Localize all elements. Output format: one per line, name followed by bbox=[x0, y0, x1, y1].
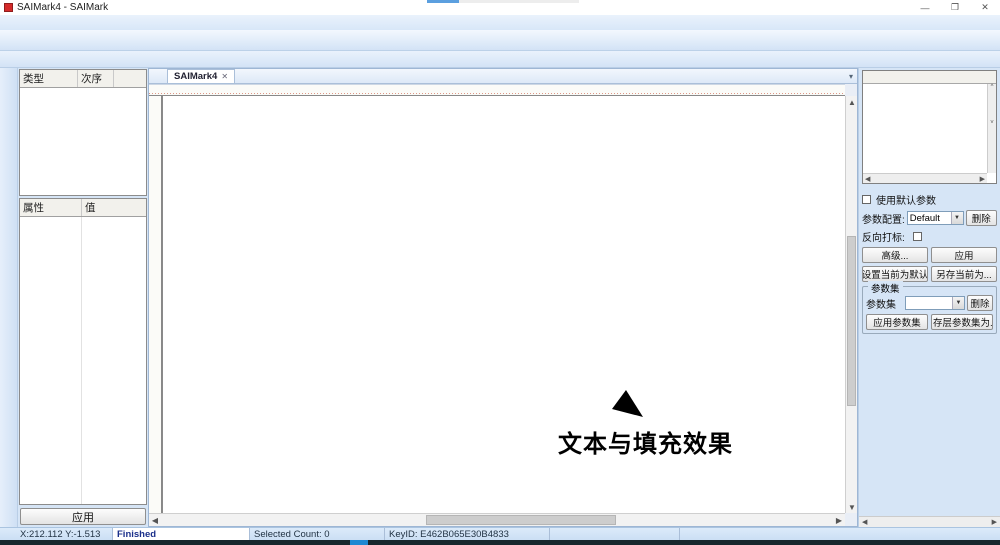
document-tab[interactable]: SAIMark4 ✕ bbox=[167, 69, 235, 83]
use-default-checkbox[interactable] bbox=[862, 195, 871, 204]
scroll-left-icon[interactable]: ◀ bbox=[862, 518, 867, 526]
drawing-canvas[interactable]: pp 数 字 文本与填充效果 bbox=[162, 96, 845, 513]
mark-text-latin: pp bbox=[174, 168, 487, 358]
column-header-order: 次序 bbox=[78, 70, 114, 87]
mark-text-cn2: 字 bbox=[782, 183, 845, 355]
scroll-down-icon[interactable]: ▼ bbox=[846, 501, 858, 513]
transform-toolbar bbox=[0, 51, 1000, 68]
menu-bar bbox=[0, 15, 1000, 30]
pen-table-vscrollbar[interactable]: ^˅ bbox=[987, 84, 996, 173]
scroll-left-icon[interactable]: ◀ bbox=[149, 514, 161, 526]
status-keyid: KeyID: E462B065E30B4833 bbox=[385, 528, 550, 540]
param-set-group: 参数集 参数集 ▼ 删除 应用参数集 另存层参数集为.... bbox=[862, 286, 997, 334]
object-list-table[interactable]: 类型 次序 bbox=[19, 69, 147, 196]
canvas-vertical-scrollbar[interactable]: ▲ ▼ bbox=[845, 96, 857, 513]
pen-table[interactable]: ^˅ ◀▶ bbox=[862, 70, 997, 184]
app-window: SAIMark4 - SAIMark — ❐ ✕ 类型 次序 属性 值 应用 bbox=[0, 0, 1000, 545]
minimize-button[interactable]: — bbox=[910, 0, 940, 15]
vertical-ruler[interactable] bbox=[149, 96, 162, 513]
save-param-set-button[interactable]: 另存层参数集为.... bbox=[931, 314, 993, 330]
chevron-down-icon: ▼ bbox=[952, 297, 964, 309]
pen-parameter-panel: ^˅ ◀▶ 使用默认参数 参数配置: Default ▼ 删除 反向打标: 高级… bbox=[858, 68, 1000, 527]
chevron-down-icon: ▼ bbox=[951, 212, 963, 224]
advanced-button[interactable]: 高级... bbox=[862, 247, 928, 263]
param-set-select[interactable]: ▼ bbox=[905, 296, 965, 310]
scroll-right-icon[interactable]: ▶ bbox=[980, 175, 985, 183]
scroll-up-icon[interactable]: ▲ bbox=[846, 96, 858, 108]
reverse-mark-checkbox[interactable] bbox=[913, 232, 922, 241]
taskbar-edge bbox=[0, 540, 1000, 545]
status-coordinates: X:212.112 Y:-1.513 bbox=[0, 528, 113, 540]
property-table[interactable]: 属性 值 bbox=[19, 198, 147, 505]
tab-scroll-icon[interactable]: ▾ bbox=[849, 72, 853, 81]
horizontal-ruler[interactable] bbox=[149, 84, 845, 96]
status-state: Finished bbox=[113, 528, 250, 540]
param-config-select[interactable]: Default ▼ bbox=[907, 211, 964, 225]
delete-config-button[interactable]: 删除 bbox=[966, 210, 998, 226]
scroll-left-icon[interactable]: ◀ bbox=[865, 175, 870, 183]
app-icon bbox=[4, 3, 13, 12]
column-header-type: 类型 bbox=[20, 70, 78, 87]
panel-hscrollbar[interactable]: ◀▶ bbox=[859, 516, 1000, 527]
apply-param-set-button[interactable]: 应用参数集 bbox=[866, 314, 928, 330]
column-header-value: 值 bbox=[82, 199, 146, 216]
use-default-row[interactable]: 使用默认参数 bbox=[862, 192, 997, 207]
tab-close-icon[interactable]: ✕ bbox=[221, 72, 228, 81]
main-toolbar bbox=[0, 30, 1000, 51]
canvas-area: SAIMark4 ✕ ▾ pp 数 字 文本与填充效果 ▲ ▼ bbox=[148, 68, 858, 527]
close-button[interactable]: ✕ bbox=[970, 0, 1000, 15]
top-progress-bar bbox=[427, 0, 579, 3]
canvas-horizontal-scrollbar[interactable]: ◀ ▶ bbox=[149, 513, 845, 526]
param-config-label: 参数配置: bbox=[862, 211, 905, 226]
object-apply-button[interactable]: 应用 bbox=[20, 508, 146, 525]
restore-button[interactable]: ❐ bbox=[940, 0, 970, 15]
reverse-mark-row[interactable]: 反向打标: bbox=[862, 229, 997, 244]
annotation-text[interactable]: 文本与填充效果 bbox=[558, 424, 733, 459]
scroll-right-icon[interactable]: ▶ bbox=[992, 518, 997, 526]
document-tab-bar: SAIMark4 ✕ ▾ bbox=[149, 69, 857, 84]
window-title: SAIMark4 - SAIMark bbox=[17, 2, 108, 13]
save-current-button[interactable]: 另存当前为... bbox=[931, 266, 997, 282]
pen-table-hscrollbar[interactable]: ◀▶ bbox=[863, 173, 987, 183]
apply-params-button[interactable]: 应用 bbox=[931, 247, 997, 263]
delete-param-set-button[interactable]: 删除 bbox=[967, 295, 993, 311]
drawing-tool-strip bbox=[0, 68, 18, 527]
mark-object-text[interactable]: pp 数 字 bbox=[174, 168, 845, 358]
column-header-property: 属性 bbox=[20, 199, 82, 216]
status-selected-count: Selected Count: 0 bbox=[250, 528, 385, 540]
status-bar: X:212.112 Y:-1.513 Finished Selected Cou… bbox=[0, 527, 1000, 540]
scroll-right-icon[interactable]: ▶ bbox=[833, 514, 845, 526]
workspace-boundary-line bbox=[162, 96, 163, 513]
object-panel: 类型 次序 属性 值 应用 bbox=[18, 68, 148, 527]
mark-text-cn1: 数 bbox=[492, 183, 664, 355]
set-default-button[interactable]: 设置当前为默认 bbox=[862, 266, 928, 282]
